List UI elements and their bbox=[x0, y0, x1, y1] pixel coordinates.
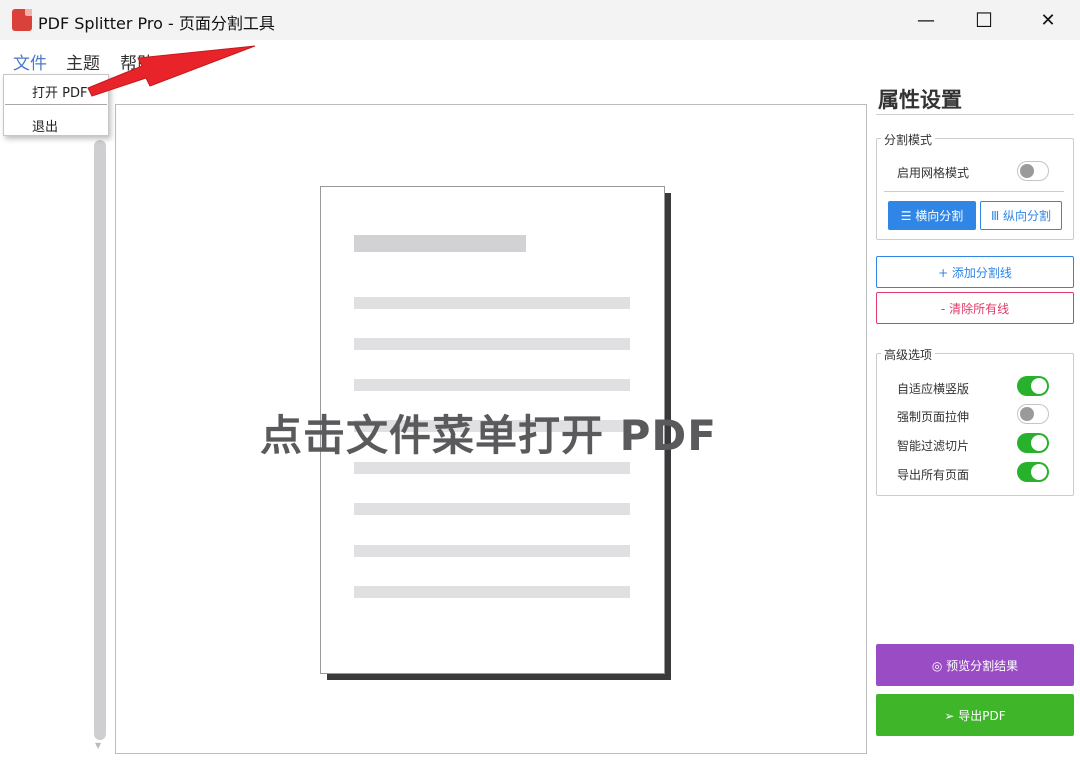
maximize-button[interactable]: ☐ bbox=[954, 0, 1014, 40]
smart-filter-label: 智能过滤切片 bbox=[897, 439, 970, 453]
horizontal-split-button[interactable]: ☰ 横向分割 bbox=[888, 201, 976, 230]
force-stretch-toggle[interactable] bbox=[1017, 404, 1049, 424]
adaptive-orientation-label: 自适应横竖版 bbox=[897, 382, 970, 396]
adaptive-orientation-toggle[interactable] bbox=[1017, 376, 1049, 396]
split-mode-label: 分割模式 bbox=[881, 131, 936, 148]
red-arrow-icon bbox=[87, 45, 256, 97]
clear-lines-button[interactable]: - 清除所有线 bbox=[876, 292, 1074, 324]
force-stretch-label: 强制页面拉伸 bbox=[897, 410, 970, 424]
add-split-line-button[interactable]: + 添加分割线 bbox=[876, 256, 1074, 288]
panel-title: 属性设置 bbox=[878, 88, 962, 112]
scroll-down-icon[interactable]: ▼ bbox=[95, 741, 101, 750]
export-all-pages-toggle[interactable] bbox=[1017, 462, 1049, 482]
panel-divider bbox=[876, 114, 1074, 115]
preview-split-button[interactable]: ◎ 预览分割结果 bbox=[876, 644, 1074, 686]
open-pdf-hint: 点击文件菜单打开 PDF bbox=[260, 411, 717, 460]
doc-heading-bar bbox=[354, 235, 526, 252]
doc-line bbox=[354, 586, 630, 598]
advanced-options-label: 高级选项 bbox=[881, 346, 936, 363]
minimize-button[interactable]: — bbox=[896, 0, 956, 40]
pdf-file-icon bbox=[12, 9, 32, 31]
menu-file[interactable]: 文件 bbox=[13, 49, 47, 74]
menu-exit[interactable]: 退出 bbox=[32, 116, 58, 135]
window-title: PDF Splitter Pro - 页面分割工具 bbox=[38, 14, 275, 33]
doc-line bbox=[354, 545, 630, 557]
doc-line bbox=[354, 462, 630, 474]
thumbnail-scrollbar[interactable] bbox=[94, 140, 106, 740]
export-all-pages-label: 导出所有页面 bbox=[897, 468, 970, 482]
doc-line bbox=[354, 379, 630, 391]
split-mode-divider bbox=[884, 191, 1064, 192]
doc-line bbox=[354, 503, 630, 515]
doc-line bbox=[354, 297, 630, 309]
vertical-split-button[interactable]: Ⅲ 纵向分割 bbox=[980, 201, 1062, 230]
smart-filter-toggle[interactable] bbox=[1017, 433, 1049, 453]
export-pdf-button[interactable]: ➢ 导出PDF bbox=[876, 694, 1074, 736]
grid-mode-toggle[interactable] bbox=[1017, 161, 1049, 181]
close-button[interactable]: ✕ bbox=[1018, 0, 1078, 40]
doc-line bbox=[354, 338, 630, 350]
grid-mode-label: 启用网格模式 bbox=[897, 166, 970, 180]
title-bar: PDF Splitter Pro - 页面分割工具 — ☐ ✕ bbox=[0, 0, 1080, 40]
